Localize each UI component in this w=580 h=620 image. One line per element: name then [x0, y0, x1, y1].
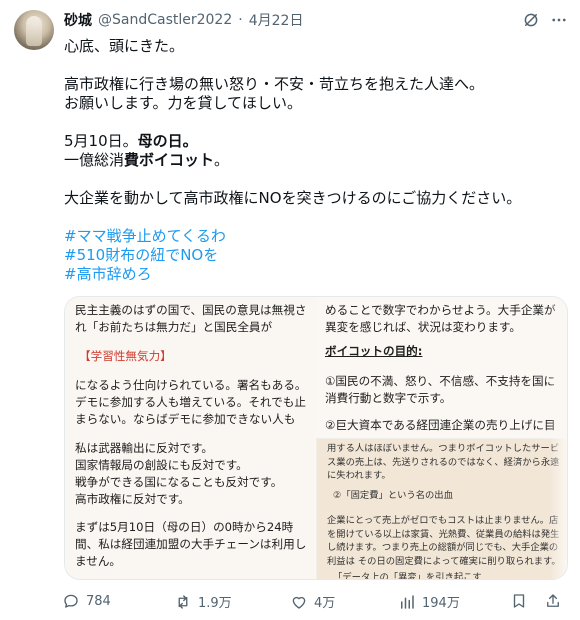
document-left-column: 民主主義のはずの国で、国民の意見は無視さ れ「お前たちは無力だ」と国民全員が 【… — [65, 297, 315, 579]
tweet-bold-text: 母の日。 — [137, 132, 198, 150]
doc-line: に失われます。 — [327, 470, 391, 481]
doc-line: 利益は その日の固定費によって確実に削り取られます。 — [327, 555, 561, 567]
share-button[interactable] — [544, 592, 562, 610]
doc-line: 企業にとって売上がゼロでもコストは止まりません。店 — [327, 515, 559, 526]
avatar[interactable] — [14, 10, 54, 50]
doc-line: デモに参加する人も増えている。それでも止 — [75, 395, 306, 409]
tweet-line: 大企業を動かして高市政権にNOを突きつけるのにご協力ください。 — [64, 189, 522, 207]
like-button[interactable]: 4万 — [290, 592, 335, 611]
avatar-figure — [26, 16, 42, 46]
repost-icon — [178, 594, 188, 609]
bookmark-icon — [513, 594, 525, 608]
doc-line: ②巨大資本である経団連企業の売り上げに目 — [325, 418, 556, 432]
hashtag-link[interactable]: #高市辞めろ — [64, 265, 564, 284]
doc-line: ません。 — [75, 554, 122, 568]
tweet-text-part: 。 — [214, 151, 230, 169]
grok-icon[interactable] — [522, 11, 540, 29]
author-handle[interactable]: @SandCastler2022 — [98, 12, 232, 28]
hashtag-link[interactable]: #ママ戦争止めてくるわ — [64, 227, 564, 246]
doc-heading: ボイコットの目的: — [325, 344, 423, 358]
like-count: 4万 — [314, 596, 336, 611]
doc-line: まずは5月10日（母の日）の0時から24時 — [75, 520, 294, 534]
doc-line: 私は武器輸出に反対です。 — [75, 441, 213, 455]
tweet-date-text: 5月10日。 — [64, 132, 138, 150]
reply-count: 784 — [86, 593, 111, 609]
doc-line: ス業の売上は、先送りされるのではなく、経済から永遠 — [327, 456, 560, 468]
action-bar: 784 1.9万 4万 194万 — [58, 592, 568, 612]
tweet-text-part: 一億総消 — [64, 151, 125, 169]
doc-line: 民主主義のはずの国で、国民の意見は無視さ — [75, 303, 307, 317]
more-icon[interactable] — [550, 11, 568, 29]
share-icon — [547, 594, 559, 607]
doc-line: れ「お前たちは無力だ」と国民全員が — [75, 320, 273, 334]
doc-line: まらない。ならばデモに参加できない人も — [75, 412, 296, 426]
tweet-header: 砂城 @SandCastler2022 · 4月22日 — [64, 10, 303, 30]
doc-line: 異変を感じれば、状況は変わります。 — [325, 320, 521, 334]
like-icon — [292, 596, 306, 609]
tweet-line: 5月10日。母の日。 — [64, 132, 564, 151]
doc-line: し続けます。つまり売上の総額が同じでも、大手企業の — [327, 542, 559, 553]
views-button[interactable]: 194万 — [398, 592, 460, 611]
separator-dot: · — [238, 12, 243, 28]
attached-image[interactable]: 民主主義のはずの国で、国民の意見は無視さ れ「お前たちは無力だ」と国民全員が 【… — [64, 296, 568, 580]
tweet-date[interactable]: 4月22日 — [249, 10, 304, 30]
doc-line: 消費行動と数字で示す。 — [325, 391, 452, 405]
reply-icon — [64, 594, 78, 608]
doc-line: を開けている以上は家賃、光熱費、従業員の給料は発生 — [327, 528, 560, 540]
doc-line: 用する人はほぼいません。つまりボイコットしたサービ — [327, 443, 560, 454]
overlay-document: 用する人はほぼいません。つまりボイコットしたサービ ス業の売上は、先送りされるの… — [317, 439, 567, 579]
tweet-line: 高市政権に行き場の無い怒り・不安・苛立ちを抱えた人達へ。 — [64, 75, 485, 93]
doc-line: 間、私は経団連加盟の大手チェーンは利用し — [75, 537, 307, 551]
repost-count: 1.9万 — [198, 596, 232, 611]
tweet-text: 心底、頭にきた。 高市政権に行き場の無い怒り・不安・苛立ちを抱えた人達へ。 お願… — [64, 37, 564, 284]
doc-line: になるよう仕向けられている。署名もある。 — [75, 378, 307, 392]
reply-button[interactable]: 784 — [62, 592, 111, 610]
doc-line: 国家情報局の創設にも反対です。 — [75, 458, 248, 472]
doc-highlight: 【学習性無気力】 — [79, 349, 172, 363]
doc-line: 高市政権に反対です。 — [75, 492, 190, 506]
tweet-line: 心底、頭にきた。 — [64, 37, 185, 55]
tweet-line: お願いします。力を貸してほしい。 — [64, 94, 303, 112]
bookmark-button[interactable] — [510, 592, 528, 610]
doc-heading: ②「固定費」という名の出血 — [333, 490, 453, 501]
doc-line: 「データ上の「異変」を引き起こす — [333, 572, 482, 580]
doc-line: ①国民の不満、怒り、不信感、不支持を国に — [325, 374, 556, 388]
tweet-bold-text: 費ボイコット — [124, 151, 215, 169]
repost-button[interactable]: 1.9万 — [174, 592, 232, 611]
author-name[interactable]: 砂城 — [64, 10, 92, 30]
tweet-line: 一億総消費ボイコット。 — [64, 151, 564, 170]
doc-line: めることで数字でわからせよう。大手企業が — [325, 303, 556, 317]
doc-line: 戦争ができる国になることも反対です。 — [75, 475, 283, 489]
view-count: 194万 — [422, 596, 460, 611]
hashtag-link[interactable]: #510財布の紐でNOを — [64, 246, 564, 265]
views-icon — [401, 594, 414, 609]
